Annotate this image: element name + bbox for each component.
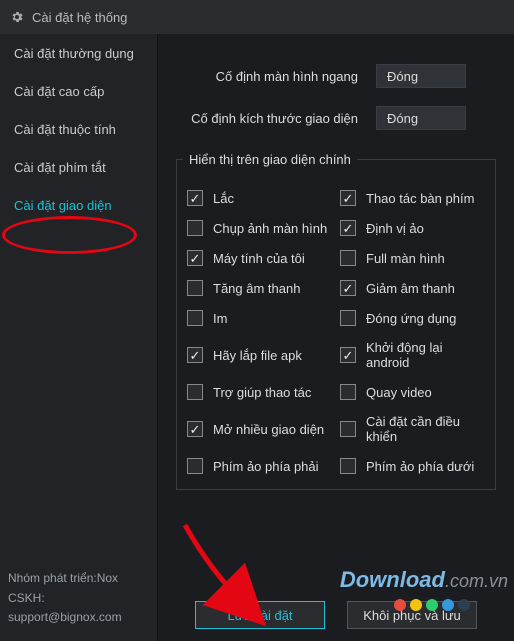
check-item[interactable]: Im [183, 303, 336, 333]
checkbox[interactable] [187, 347, 203, 363]
check-item[interactable]: Đóng ứng dụng [336, 303, 489, 333]
checkbox[interactable] [340, 280, 356, 296]
sidebar-item-shortcuts[interactable]: Cài đặt phím tắt [0, 148, 157, 186]
sidebar-item-advanced[interactable]: Cài đặt cao cấp [0, 72, 157, 110]
fixed-landscape-select[interactable]: Đóng [376, 64, 466, 88]
checkbox[interactable] [187, 421, 203, 437]
check-label: Đóng ứng dụng [366, 311, 456, 326]
check-item[interactable]: Máy tính của tôi [183, 243, 336, 273]
checkbox[interactable] [187, 384, 203, 400]
check-item[interactable]: Lắc [183, 183, 336, 213]
sidebar: Cài đặt thường dụng Cài đặt cao cấp Cài … [0, 34, 158, 641]
check-label: Quay video [366, 385, 432, 400]
sidebar-footer: Nhóm phát triển:Nox CSKH: support@bignox… [0, 559, 157, 641]
checkbox[interactable] [340, 458, 356, 474]
check-item[interactable]: Quay video [336, 377, 489, 407]
check-item[interactable]: Trợ giúp thao tác [183, 377, 336, 407]
check-label: Mở nhiều giao diện [213, 422, 324, 437]
sidebar-item-common[interactable]: Cài đặt thường dụng [0, 34, 157, 72]
check-item[interactable]: Chụp ảnh màn hình [183, 213, 336, 243]
check-item[interactable]: Định vị ảo [336, 213, 489, 243]
check-label: Tăng âm thanh [213, 281, 300, 296]
check-item[interactable]: Khởi động lại android [336, 333, 489, 377]
display-group: Hiển thị trên giao diện chính Lắc Thao tá… [176, 152, 496, 490]
restore-button[interactable]: Khôi phục và lưu [347, 601, 477, 629]
checkbox[interactable] [187, 190, 203, 206]
checkbox[interactable] [340, 421, 356, 437]
check-item[interactable]: Mở nhiều giao diện [183, 407, 336, 451]
checkbox[interactable] [340, 310, 356, 326]
checkbox[interactable] [187, 310, 203, 326]
check-label: Phím ảo phía phải [213, 459, 319, 474]
window-title: Cài đặt hệ thống [32, 10, 127, 25]
checkbox[interactable] [187, 280, 203, 296]
checkbox[interactable] [187, 458, 203, 474]
sidebar-item-interface[interactable]: Cài đặt giao diện [0, 186, 157, 224]
display-group-legend: Hiển thị trên giao diện chính [183, 152, 357, 167]
check-item[interactable]: Thao tác bàn phím [336, 183, 489, 213]
check-label: Khởi động lại android [366, 340, 485, 370]
checkbox[interactable] [340, 347, 356, 363]
check-item[interactable]: Cài đặt cần điều khiển [336, 407, 489, 451]
fixed-size-label: Cố định kích thước giao diện [176, 111, 376, 126]
check-label: Giảm âm thanh [366, 281, 455, 296]
fixed-landscape-label: Cố định màn hình ngang [176, 69, 376, 84]
titlebar: Cài đặt hệ thống [0, 0, 514, 34]
check-label: Lắc [213, 191, 234, 206]
check-label: Hãy lắp file apk [213, 348, 302, 363]
check-label: Chụp ảnh màn hình [213, 221, 327, 236]
check-item[interactable]: Giảm âm thanh [336, 273, 489, 303]
fixed-size-select[interactable]: Đóng [376, 106, 466, 130]
checkbox[interactable] [340, 190, 356, 206]
check-label: Định vị ảo [366, 221, 424, 236]
checkbox[interactable] [340, 220, 356, 236]
checkbox[interactable] [340, 250, 356, 266]
check-item[interactable]: Full màn hình [336, 243, 489, 273]
save-button[interactable]: Lưu cài đặt [195, 601, 325, 629]
sidebar-item-properties[interactable]: Cài đặt thuộc tính [0, 110, 157, 148]
check-item[interactable]: Phím ảo phía dưới [336, 451, 489, 481]
main-panel: Cố định màn hình ngang Đóng Cố định kích… [158, 34, 514, 641]
check-item[interactable]: Phím ảo phía phải [183, 451, 336, 481]
check-label: Full màn hình [366, 251, 445, 266]
check-label: Cài đặt cần điều khiển [366, 414, 485, 444]
check-label: Thao tác bàn phím [366, 191, 474, 206]
check-item[interactable]: Tăng âm thanh [183, 273, 336, 303]
checkbox[interactable] [187, 250, 203, 266]
check-label: Máy tính của tôi [213, 251, 305, 266]
checkbox[interactable] [340, 384, 356, 400]
check-label: Phím ảo phía dưới [366, 459, 474, 474]
check-label: Im [213, 311, 227, 326]
check-label: Trợ giúp thao tác [213, 385, 311, 400]
check-item[interactable]: Hãy lắp file apk [183, 333, 336, 377]
gear-icon [10, 10, 24, 24]
checkbox[interactable] [187, 220, 203, 236]
